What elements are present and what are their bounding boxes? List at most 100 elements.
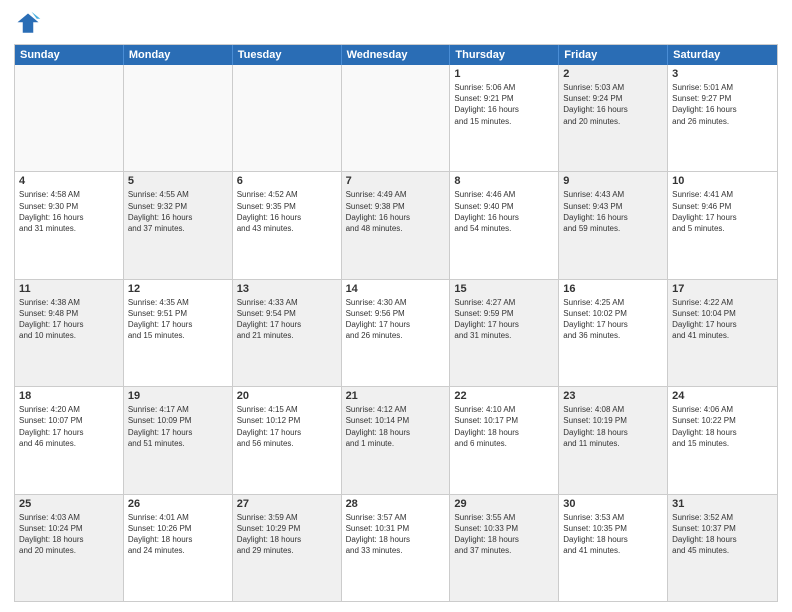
day-number: 8 [454,175,554,187]
cal-cell-22: 22 Sunrise: 4:10 AM Sunset: 10:17 PM Dayl… [450,387,559,493]
day-number: 21 [346,390,446,402]
day-info: Sunrise: 4:49 AM Sunset: 9:38 PM Dayligh… [346,189,446,234]
day-info: Sunrise: 4:03 AM Sunset: 10:24 PM Daylig… [19,512,119,557]
day-number: 2 [563,68,663,80]
cal-cell-21: 21 Sunrise: 4:12 AM Sunset: 10:14 PM Dayl… [342,387,451,493]
day-info: Sunrise: 4:06 AM Sunset: 10:22 PM Daylig… [672,404,773,449]
day-number: 15 [454,283,554,295]
day-number: 16 [563,283,663,295]
header-day-sunday: Sunday [15,45,124,65]
logo-icon [14,10,42,38]
cal-cell-19: 19 Sunrise: 4:17 AM Sunset: 10:09 PM Dayl… [124,387,233,493]
cal-cell-23: 23 Sunrise: 4:08 AM Sunset: 10:19 PM Dayl… [559,387,668,493]
day-info: Sunrise: 3:57 AM Sunset: 10:31 PM Daylig… [346,512,446,557]
day-info: Sunrise: 4:10 AM Sunset: 10:17 PM Daylig… [454,404,554,449]
cal-cell-26: 26Sunrise: 4:01 AM Sunset: 10:26 PM Dayl… [124,495,233,601]
day-info: Sunrise: 5:01 AM Sunset: 9:27 PM Dayligh… [672,82,773,127]
day-number: 18 [19,390,119,402]
cal-cell-4: 4Sunrise: 4:58 AM Sunset: 9:30 PM Daylig… [15,172,124,278]
day-info: Sunrise: 4:46 AM Sunset: 9:40 PM Dayligh… [454,189,554,234]
day-number: 13 [237,283,337,295]
day-number: 17 [672,283,773,295]
cal-cell-empty-0 [15,65,124,171]
day-number: 30 [563,498,663,510]
day-info: Sunrise: 4:52 AM Sunset: 9:35 PM Dayligh… [237,189,337,234]
cal-row-2: 11Sunrise: 4:38 AM Sunset: 9:48 PM Dayli… [15,280,777,387]
calendar-body: 1 Sunrise: 5:06 AM Sunset: 9:21 PM Daylig… [15,65,777,601]
day-info: Sunrise: 4:41 AM Sunset: 9:46 PM Dayligh… [672,189,773,234]
day-number: 24 [672,390,773,402]
header-day-tuesday: Tuesday [233,45,342,65]
cal-cell-25: 25 Sunrise: 4:03 AM Sunset: 10:24 PM Dayl… [15,495,124,601]
cal-cell-27: 27 Sunrise: 3:59 AM Sunset: 10:29 PM Dayl… [233,495,342,601]
day-info: Sunrise: 3:52 AM Sunset: 10:37 PM Daylig… [672,512,773,557]
day-number: 29 [454,498,554,510]
logo [14,10,46,38]
cal-cell-30: 30 Sunrise: 3:53 AM Sunset: 10:35 PM Dayl… [559,495,668,601]
cal-row-4: 25 Sunrise: 4:03 AM Sunset: 10:24 PM Dayl… [15,495,777,601]
day-info: Sunrise: 5:06 AM Sunset: 9:21 PM Dayligh… [454,82,554,127]
day-number: 4 [19,175,119,187]
cal-row-1: 4Sunrise: 4:58 AM Sunset: 9:30 PM Daylig… [15,172,777,279]
day-number: 5 [128,175,228,187]
header-day-thursday: Thursday [450,45,559,65]
day-number: 12 [128,283,228,295]
day-info: Sunrise: 4:15 AM Sunset: 10:12 PM Daylig… [237,404,337,449]
day-info: Sunrise: 4:35 AM Sunset: 9:51 PM Dayligh… [128,297,228,342]
cal-cell-11: 11Sunrise: 4:38 AM Sunset: 9:48 PM Dayli… [15,280,124,386]
cal-cell-12: 12 Sunrise: 4:35 AM Sunset: 9:51 PM Dayli… [124,280,233,386]
cal-cell-5: 5 Sunrise: 4:55 AM Sunset: 9:32 PM Daylig… [124,172,233,278]
cal-cell-empty-2 [233,65,342,171]
calendar-header: SundayMondayTuesdayWednesdayThursdayFrid… [15,45,777,65]
day-info: Sunrise: 4:17 AM Sunset: 10:09 PM Daylig… [128,404,228,449]
day-number: 23 [563,390,663,402]
cal-cell-15: 15 Sunrise: 4:27 AM Sunset: 9:59 PM Dayli… [450,280,559,386]
day-info: Sunrise: 4:08 AM Sunset: 10:19 PM Daylig… [563,404,663,449]
cal-cell-24: 24 Sunrise: 4:06 AM Sunset: 10:22 PM Dayl… [668,387,777,493]
day-number: 6 [237,175,337,187]
day-number: 9 [563,175,663,187]
cal-cell-2: 2 Sunrise: 5:03 AM Sunset: 9:24 PM Daylig… [559,65,668,171]
cal-cell-28: 28 Sunrise: 3:57 AM Sunset: 10:31 PM Dayl… [342,495,451,601]
cal-cell-31: 31Sunrise: 3:52 AM Sunset: 10:37 PM Dayl… [668,495,777,601]
day-number: 20 [237,390,337,402]
day-number: 28 [346,498,446,510]
header-day-wednesday: Wednesday [342,45,451,65]
day-number: 22 [454,390,554,402]
day-info: Sunrise: 4:20 AM Sunset: 10:07 PM Daylig… [19,404,119,449]
cal-cell-9: 9 Sunrise: 4:43 AM Sunset: 9:43 PM Daylig… [559,172,668,278]
cal-cell-7: 7 Sunrise: 4:49 AM Sunset: 9:38 PM Daylig… [342,172,451,278]
day-info: Sunrise: 4:55 AM Sunset: 9:32 PM Dayligh… [128,189,228,234]
day-number: 27 [237,498,337,510]
cal-row-3: 18 Sunrise: 4:20 AM Sunset: 10:07 PM Dayl… [15,387,777,494]
day-info: Sunrise: 4:12 AM Sunset: 10:14 PM Daylig… [346,404,446,449]
cal-cell-1: 1 Sunrise: 5:06 AM Sunset: 9:21 PM Daylig… [450,65,559,171]
day-info: Sunrise: 3:53 AM Sunset: 10:35 PM Daylig… [563,512,663,557]
header-day-monday: Monday [124,45,233,65]
header-day-friday: Friday [559,45,668,65]
cal-cell-10: 10 Sunrise: 4:41 AM Sunset: 9:46 PM Dayli… [668,172,777,278]
cal-cell-6: 6 Sunrise: 4:52 AM Sunset: 9:35 PM Daylig… [233,172,342,278]
day-number: 3 [672,68,773,80]
day-info: Sunrise: 3:59 AM Sunset: 10:29 PM Daylig… [237,512,337,557]
day-info: Sunrise: 4:27 AM Sunset: 9:59 PM Dayligh… [454,297,554,342]
day-number: 19 [128,390,228,402]
day-info: Sunrise: 4:30 AM Sunset: 9:56 PM Dayligh… [346,297,446,342]
page: SundayMondayTuesdayWednesdayThursdayFrid… [0,0,792,612]
day-number: 25 [19,498,119,510]
calendar: SundayMondayTuesdayWednesdayThursdayFrid… [14,44,778,602]
cal-cell-14: 14Sunrise: 4:30 AM Sunset: 9:56 PM Dayli… [342,280,451,386]
header-day-saturday: Saturday [668,45,777,65]
cal-cell-20: 20 Sunrise: 4:15 AM Sunset: 10:12 PM Dayl… [233,387,342,493]
day-number: 10 [672,175,773,187]
day-number: 7 [346,175,446,187]
day-info: Sunrise: 4:43 AM Sunset: 9:43 PM Dayligh… [563,189,663,234]
cal-cell-3: 3 Sunrise: 5:01 AM Sunset: 9:27 PM Daylig… [668,65,777,171]
day-info: Sunrise: 4:22 AM Sunset: 10:04 PM Daylig… [672,297,773,342]
day-info: Sunrise: 5:03 AM Sunset: 9:24 PM Dayligh… [563,82,663,127]
cal-cell-8: 8 Sunrise: 4:46 AM Sunset: 9:40 PM Daylig… [450,172,559,278]
day-number: 11 [19,283,119,295]
cal-cell-29: 29Sunrise: 3:55 AM Sunset: 10:33 PM Dayl… [450,495,559,601]
cal-cell-17: 17 Sunrise: 4:22 AM Sunset: 10:04 PM Dayl… [668,280,777,386]
day-number: 1 [454,68,554,80]
